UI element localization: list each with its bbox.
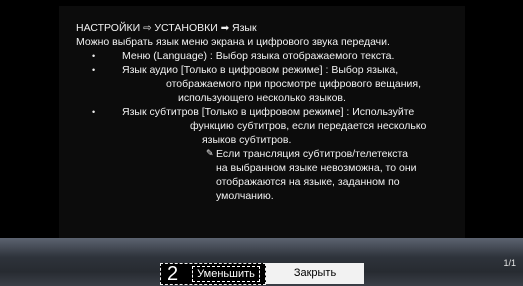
item-audio-line-3: использующего несколько языков. [178,92,346,104]
close-button[interactable]: Закрыть [266,263,364,284]
bullet-icon: • [92,65,96,75]
item-subtitles-line-3: языков субтитров. [202,134,292,146]
intro-text: Можно выбрать язык меню экрана и цифрово… [76,36,390,48]
note-pencil-icon: ✎ [206,149,214,159]
reduce-button[interactable]: Уменьшить [192,266,260,282]
help-panel: НАСТРОЙКИ ⇨ УСТАНОВКИ ➡ Язык Можно выбра… [59,6,465,238]
note-line-4: умолчанию. [216,190,274,202]
bullet-icon: • [92,107,96,117]
note-line-2: на выбранном языке невозможна, то они [216,162,417,174]
footer-bar: 1/1 2 Уменьшить Закрыть [0,238,523,286]
item-subtitles-line-2: функцию субтитров, если передается неско… [190,120,427,132]
breadcrumb-settings: НАСТРОЙКИ [76,22,141,34]
breadcrumb-setup: УСТАНОВКИ [154,22,218,34]
bullet-icon: • [92,51,96,61]
note-line-1: Если трансляция субтитров/телетекста [216,148,408,160]
item-subtitles-line-1: Язык субтитров [Только в цифровом режиме… [122,106,415,118]
item-menu-line-1: Меню (Language) : Выбор языка отображаем… [122,50,395,62]
step-number: 2 [167,263,179,285]
note-line-3: отображаются на языке, заданном по [216,176,400,188]
page-indicator: 1/1 [503,258,516,268]
arrow-right-solid-icon: ➡ [220,23,230,34]
breadcrumb-language: Язык [232,22,257,34]
item-audio-line-1: Язык аудио [Только в цифровом режиме] : … [122,64,399,76]
breadcrumb: НАСТРОЙКИ ⇨ УСТАНОВКИ ➡ Язык [76,21,257,36]
step-indicator: 2 Уменьшить [160,263,266,285]
arrow-right-outline-icon: ⇨ [143,23,152,34]
item-audio-line-2: отображаемого при просмотре цифрового ве… [166,78,422,90]
